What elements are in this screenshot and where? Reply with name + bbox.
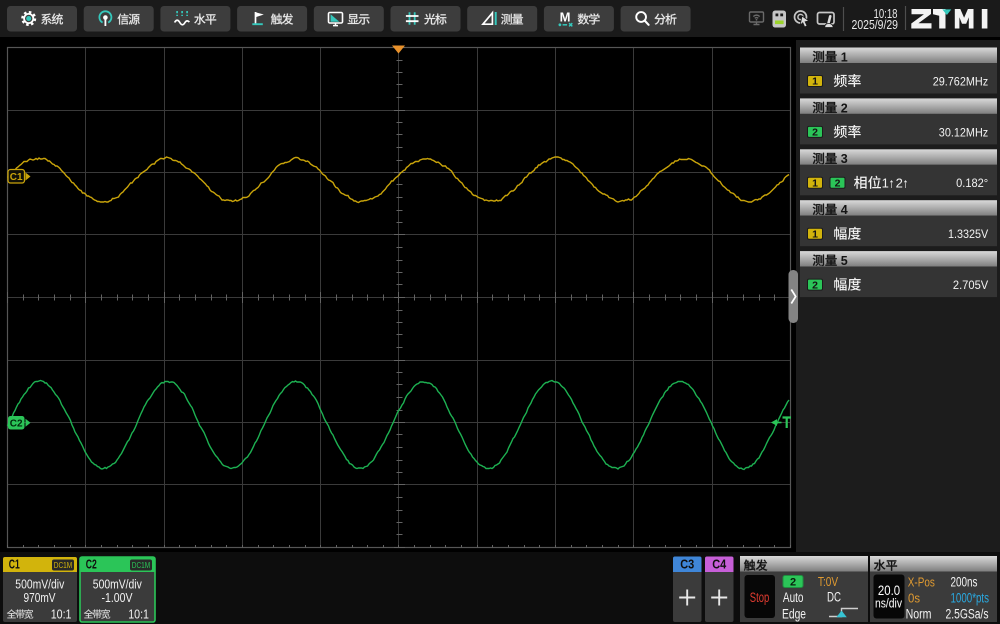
- svg-text:1: 1: [812, 178, 818, 190]
- svg-text:500mV/div: 500mV/div: [93, 578, 143, 592]
- svg-text:2025/9/29: 2025/9/29: [852, 18, 899, 32]
- svg-text:500mV/div: 500mV/div: [15, 578, 65, 592]
- svg-text:M: M: [560, 10, 571, 25]
- svg-text:Auto: Auto: [783, 590, 804, 605]
- svg-text:T:0V: T:0V: [818, 574, 838, 589]
- svg-text:2.705V: 2.705V: [953, 280, 989, 292]
- svg-text:2: 2: [790, 576, 796, 588]
- svg-text:1: 1: [812, 228, 818, 240]
- svg-text:2: 2: [835, 178, 841, 190]
- svg-text:↑: ↑: [888, 176, 895, 191]
- svg-text:C2: C2: [86, 557, 97, 572]
- svg-text:3: 3: [841, 152, 848, 166]
- svg-text:C1: C1: [10, 172, 23, 183]
- svg-text:-1.00V: -1.00V: [102, 591, 134, 605]
- svg-text:2.5GSa/s: 2.5GSa/s: [946, 606, 989, 621]
- svg-text:C1: C1: [9, 557, 20, 572]
- svg-text:X-Pos: X-Pos: [908, 574, 935, 589]
- svg-text:0s: 0s: [908, 591, 920, 606]
- svg-text:Norm: Norm: [906, 606, 932, 621]
- svg-text:30.12MHz: 30.12MHz: [939, 127, 989, 139]
- svg-text:1000*pts: 1000*pts: [951, 591, 990, 606]
- svg-text:2: 2: [841, 101, 848, 115]
- svg-text:1: 1: [812, 76, 818, 88]
- svg-text:Stop: Stop: [750, 590, 770, 605]
- svg-text:200ns: 200ns: [951, 574, 978, 589]
- svg-text:2: 2: [812, 127, 818, 139]
- svg-text:↑: ↑: [902, 176, 909, 191]
- svg-text:10:1: 10:1: [51, 606, 72, 621]
- svg-text:ns/div: ns/div: [875, 597, 903, 611]
- svg-text:DC1M: DC1M: [132, 560, 151, 570]
- svg-text:C4: C4: [712, 558, 726, 572]
- svg-text:1: 1: [841, 50, 848, 64]
- svg-text:DC: DC: [827, 590, 841, 605]
- svg-text:970mV: 970mV: [24, 591, 57, 605]
- svg-text:C3: C3: [680, 558, 694, 572]
- svg-text:5: 5: [841, 254, 848, 268]
- svg-text:29.762MHz: 29.762MHz: [933, 76, 989, 88]
- svg-text:C2: C2: [10, 419, 23, 430]
- svg-text:Edge: Edge: [782, 606, 806, 621]
- svg-text:0.182°: 0.182°: [956, 178, 988, 190]
- svg-text:4: 4: [841, 203, 848, 217]
- svg-text:1.3325V: 1.3325V: [948, 229, 988, 241]
- svg-text:DC1M: DC1M: [54, 560, 73, 570]
- svg-text:10:1: 10:1: [128, 606, 149, 621]
- svg-text:2: 2: [812, 279, 818, 291]
